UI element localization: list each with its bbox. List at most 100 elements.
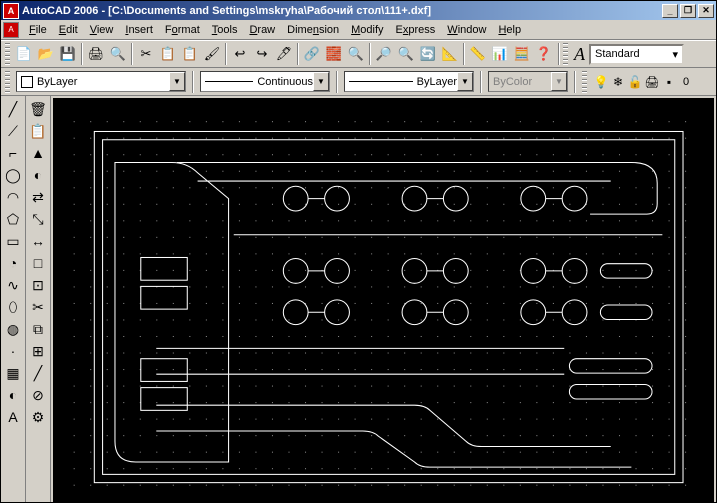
draw-region-button[interactable]: ◐ bbox=[2, 384, 24, 406]
drawing-canvas[interactable] bbox=[53, 98, 714, 502]
modify-rotate-button[interactable]: ↔ bbox=[27, 230, 49, 252]
menu-format[interactable]: Format bbox=[159, 22, 206, 38]
layer-count: 0 bbox=[681, 76, 689, 88]
menu-draw[interactable]: Draw bbox=[243, 22, 281, 38]
properties-toolbar: ByLayer ▼ Continuous ▼ ByLayer ▼ ByColor… bbox=[1, 68, 716, 96]
draw-arc-button[interactable]: ⬠ bbox=[2, 208, 24, 230]
dist-button[interactable]: 📐 bbox=[439, 43, 461, 65]
text-style-icon[interactable]: A bbox=[571, 44, 588, 65]
menu-edit[interactable]: Edit bbox=[53, 22, 84, 38]
modify-break-button[interactable]: ⊞ bbox=[27, 340, 49, 362]
menu-express[interactable]: Express bbox=[390, 22, 442, 38]
dropdown-icon[interactable]: ▼ bbox=[313, 72, 329, 91]
pan-button[interactable]: 🔄 bbox=[417, 43, 439, 65]
xref-button[interactable]: 🧱 bbox=[323, 43, 345, 65]
area-button[interactable]: 📏 bbox=[467, 43, 489, 65]
modify-extend-button[interactable]: ⧉ bbox=[27, 318, 49, 340]
modify-array-button[interactable]: ⇄ bbox=[27, 186, 49, 208]
save-button[interactable]: 💾 bbox=[57, 43, 79, 65]
modify-mirror-button[interactable]: ▲ bbox=[27, 142, 49, 164]
modify-erase-button[interactable]: 🗑 bbox=[27, 98, 49, 120]
layer-state-icon[interactable]: 🖨 bbox=[644, 74, 660, 90]
modify-move-button[interactable]: ⤡ bbox=[27, 208, 49, 230]
text-style-combo[interactable]: Standard ▾ bbox=[589, 44, 684, 65]
linetype-combo[interactable]: Continuous ▼ bbox=[200, 71, 330, 92]
text-style-value: Standard bbox=[595, 48, 640, 60]
table-button[interactable]: 📊 bbox=[489, 43, 511, 65]
menu-file[interactable]: File bbox=[23, 22, 53, 38]
modify-trim-button[interactable]: ✂ bbox=[27, 296, 49, 318]
zoom-prev-button[interactable]: 🔎 bbox=[373, 43, 395, 65]
mdi-icon[interactable]: A bbox=[3, 22, 19, 38]
pcb-drawing bbox=[53, 98, 714, 502]
dropdown-icon[interactable]: ▼ bbox=[169, 72, 185, 91]
draw-circle-button[interactable]: ▭ bbox=[2, 230, 24, 252]
print-preview-button[interactable]: 🔍 bbox=[107, 43, 129, 65]
layer-state-icon[interactable]: 💡 bbox=[593, 74, 609, 90]
lineweight-combo[interactable]: ByLayer ▼ bbox=[344, 71, 474, 92]
block-button[interactable]: 🔗 bbox=[301, 43, 323, 65]
window-controls: _ ❐ ✕ bbox=[662, 4, 714, 18]
layer-state-icon[interactable]: 🔓 bbox=[627, 74, 643, 90]
zoom-realtime-button[interactable]: 🔍 bbox=[345, 43, 367, 65]
toolbar-grip[interactable] bbox=[5, 43, 10, 65]
layer-state-icons: 💡❄🔓🖨▪ bbox=[593, 74, 677, 90]
zoom-window-button[interactable]: 🔍 bbox=[395, 43, 417, 65]
layer-color-swatch bbox=[21, 76, 33, 88]
draw-ellipse-button[interactable]: ⬯ bbox=[2, 296, 24, 318]
draw-polygon-button[interactable]: ◯ bbox=[2, 164, 24, 186]
toolbar-grip[interactable] bbox=[563, 43, 568, 65]
help-button[interactable]: ❓ bbox=[533, 43, 555, 65]
work-area: ╱⟋⌐◯◠⬠▭◔∿⬯◍·▦◐A 🗑📋▲◐⇄⤡↔□⊡✂⧉⊞╱⊘⚙ bbox=[1, 96, 716, 502]
draw-point-button[interactable]: · bbox=[2, 340, 24, 362]
menu-insert[interactable]: Insert bbox=[119, 22, 159, 38]
new-button[interactable]: 📄 bbox=[13, 43, 35, 65]
menu-window[interactable]: Window bbox=[441, 22, 492, 38]
modify-explode-button[interactable]: ⚙ bbox=[27, 406, 49, 428]
undo-button[interactable]: ↩ bbox=[229, 43, 251, 65]
menu-help[interactable]: Help bbox=[492, 22, 527, 38]
close-button[interactable]: ✕ bbox=[698, 4, 714, 18]
draw-ellipse-arc-button[interactable]: ◍ bbox=[2, 318, 24, 340]
modify-stretch-button[interactable]: ⊡ bbox=[27, 274, 49, 296]
plotstyle-name: ByColor bbox=[489, 76, 536, 88]
menu-modify[interactable]: Modify bbox=[345, 22, 389, 38]
minimize-button[interactable]: _ bbox=[662, 4, 678, 18]
draw-polyline-button[interactable]: ⌐ bbox=[2, 142, 24, 164]
open-button[interactable]: 📂 bbox=[35, 43, 57, 65]
maximize-button[interactable]: ❐ bbox=[680, 4, 696, 18]
hyperlink-button[interactable]: 🖊 bbox=[273, 43, 295, 65]
draw-construction-line-button[interactable]: ⟋ bbox=[2, 120, 24, 142]
menu-view[interactable]: View bbox=[84, 22, 120, 38]
draw-line-button[interactable]: ╱ bbox=[2, 98, 24, 120]
menu-tools[interactable]: Tools bbox=[206, 22, 244, 38]
draw-hatch-button[interactable]: ▦ bbox=[2, 362, 24, 384]
menu-bar: A FileEditViewInsertFormatToolsDrawDimen… bbox=[1, 20, 716, 40]
lineweight-preview bbox=[349, 81, 413, 82]
modify-fillet-button[interactable]: ⊘ bbox=[27, 384, 49, 406]
match-prop-button[interactable]: 🖌 bbox=[201, 43, 223, 65]
toolbar-grip[interactable] bbox=[5, 71, 10, 93]
copy-button[interactable]: 📋 bbox=[157, 43, 179, 65]
paste-button[interactable]: 📋 bbox=[179, 43, 201, 65]
layer-state-icon[interactable]: ❄ bbox=[610, 74, 626, 90]
modify-copy-button[interactable]: 📋 bbox=[27, 120, 49, 142]
modify-offset-button[interactable]: ◐ bbox=[27, 164, 49, 186]
draw-spline-button[interactable]: ∿ bbox=[2, 274, 24, 296]
layer-state-icon[interactable]: ▪ bbox=[661, 74, 677, 90]
draw-revcloud-button[interactable]: ◔ bbox=[2, 252, 24, 274]
modify-chamfer-button[interactable]: ╱ bbox=[27, 362, 49, 384]
draw-rectangle-button[interactable]: ◠ bbox=[2, 186, 24, 208]
cut-button[interactable]: ✂ bbox=[135, 43, 157, 65]
modify-scale-button[interactable]: □ bbox=[27, 252, 49, 274]
print-button[interactable]: 🖨 bbox=[85, 43, 107, 65]
layer-combo[interactable]: ByLayer ▼ bbox=[16, 71, 186, 92]
redo-button[interactable]: ↪ bbox=[251, 43, 273, 65]
draw-toolbar: ╱⟋⌐◯◠⬠▭◔∿⬯◍·▦◐A bbox=[1, 96, 26, 502]
calc-button[interactable]: 🧮 bbox=[511, 43, 533, 65]
window-title: AutoCAD 2006 - [C:\Documents and Setting… bbox=[22, 5, 662, 17]
toolbar-grip[interactable] bbox=[582, 71, 587, 93]
menu-dimension[interactable]: Dimension bbox=[281, 22, 345, 38]
draw-text-button[interactable]: A bbox=[2, 406, 24, 428]
dropdown-icon[interactable]: ▼ bbox=[457, 72, 473, 91]
